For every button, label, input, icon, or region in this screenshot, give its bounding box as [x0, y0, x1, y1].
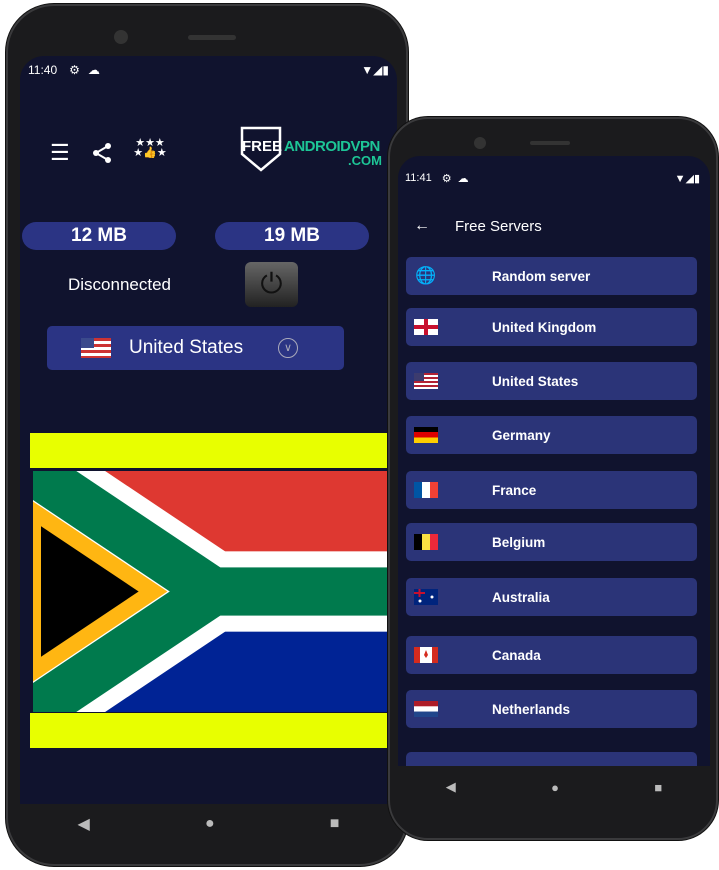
chevron-down-icon: ∨	[278, 338, 298, 358]
home-nav-icon[interactable]: ●	[205, 815, 215, 833]
server-label: Random server	[492, 268, 591, 284]
back-arrow-icon[interactable]: ←	[414, 217, 430, 235]
main-phone: 11:40 ⚙ ☁ ▼◢▮ ☰ ★★★ ★👍★ FREE ANDROIDVPN .…	[6, 4, 408, 866]
server-label: Australia	[492, 589, 550, 605]
server-item-partial[interactable]	[406, 752, 697, 766]
flag-nl-icon	[414, 701, 438, 717]
camera	[114, 30, 128, 44]
settings-icon: ⚙	[69, 63, 80, 77]
server-item[interactable]: United Kingdom	[406, 308, 697, 346]
server-item[interactable]: 🌐 Random server	[406, 257, 697, 295]
cloud-icon: ☁	[457, 172, 469, 185]
recents-nav-icon[interactable]: ■	[654, 780, 662, 795]
nav-bar: ◀ ● ■	[20, 804, 397, 844]
flag-us-icon	[414, 373, 438, 389]
server-label: Belgium	[492, 534, 546, 550]
power-icon: ⏻	[260, 268, 283, 299]
list-icon[interactable]: ☰	[50, 140, 70, 166]
server-label: Germany	[492, 427, 551, 443]
selected-country: United States	[129, 337, 244, 358]
main-screen: 11:40 ⚙ ☁ ▼◢▮ ☰ ★★★ ★👍★ FREE ANDROIDVPN .…	[20, 56, 397, 804]
server-label: Canada	[492, 647, 541, 663]
server-item[interactable]: Canada	[406, 636, 697, 674]
nav-bar: ◀ ● ■	[398, 766, 710, 808]
time: 11:41	[405, 172, 432, 184]
settings-icon: ⚙	[441, 172, 452, 185]
server-label: Netherlands	[492, 701, 571, 717]
server-item[interactable]: United States	[406, 362, 697, 400]
share-icon[interactable]	[92, 142, 112, 164]
flag-england-icon	[414, 319, 438, 335]
rate-icon[interactable]: ★★★ ★👍★	[132, 138, 168, 159]
servers-screen: 11:41 ⚙ ☁ ▼◢▮ ← Free Servers 🌐 Random ser…	[398, 156, 710, 766]
page-title: Free Servers	[455, 218, 542, 235]
recents-nav-icon[interactable]: ■	[330, 815, 340, 833]
wifi-signal-battery-icons: ▼◢▮	[361, 63, 389, 77]
speaker	[530, 141, 570, 145]
download-usage: 12 MB	[22, 222, 176, 250]
wifi-signal-battery-icons: ▼◢▮	[674, 172, 700, 185]
server-label: United States	[492, 373, 579, 389]
flag-fr-icon	[414, 482, 438, 498]
upload-usage: 19 MB	[215, 222, 369, 250]
country-selector[interactable]: United States ∨	[47, 326, 344, 370]
server-item[interactable]: Australia	[406, 578, 697, 616]
camera	[474, 137, 486, 149]
server-item[interactable]: Belgium	[406, 523, 697, 561]
cloud-icon: ☁	[87, 63, 100, 77]
back-nav-icon[interactable]: ◀	[78, 814, 90, 834]
logo: FREE ANDROIDVPN .COM	[240, 126, 397, 176]
status-bar: 11:41 ⚙ ☁ ▼◢▮	[398, 164, 710, 192]
globe-icon: 🌐	[415, 266, 437, 285]
flag-au-icon	[414, 589, 438, 605]
banner-top-strip	[30, 433, 394, 468]
banner-bottom-strip	[30, 713, 394, 748]
south-africa-flag-banner[interactable]	[33, 471, 393, 712]
back-nav-icon[interactable]: ◀	[446, 779, 456, 795]
power-button[interactable]: ⏻	[245, 262, 298, 307]
status-bar: 11:40 ⚙ ☁ ▼◢▮	[20, 56, 397, 84]
connection-status: Disconnected	[68, 275, 172, 294]
server-item[interactable]: France	[406, 471, 697, 509]
flag-us-icon	[81, 338, 111, 358]
home-nav-icon[interactable]: ●	[551, 780, 559, 795]
time: 11:40	[28, 63, 58, 77]
server-item[interactable]: Netherlands	[406, 690, 697, 728]
flag-ca-icon	[414, 647, 438, 663]
speaker	[188, 35, 236, 40]
flag-be-icon	[414, 534, 438, 550]
server-item[interactable]: Germany	[406, 416, 697, 454]
server-label: France	[492, 482, 537, 498]
flag-de-icon	[414, 427, 438, 443]
server-phone: 11:41 ⚙ ☁ ▼◢▮ ← Free Servers 🌐 Random ser…	[388, 117, 718, 840]
server-label: United Kingdom	[492, 319, 597, 335]
